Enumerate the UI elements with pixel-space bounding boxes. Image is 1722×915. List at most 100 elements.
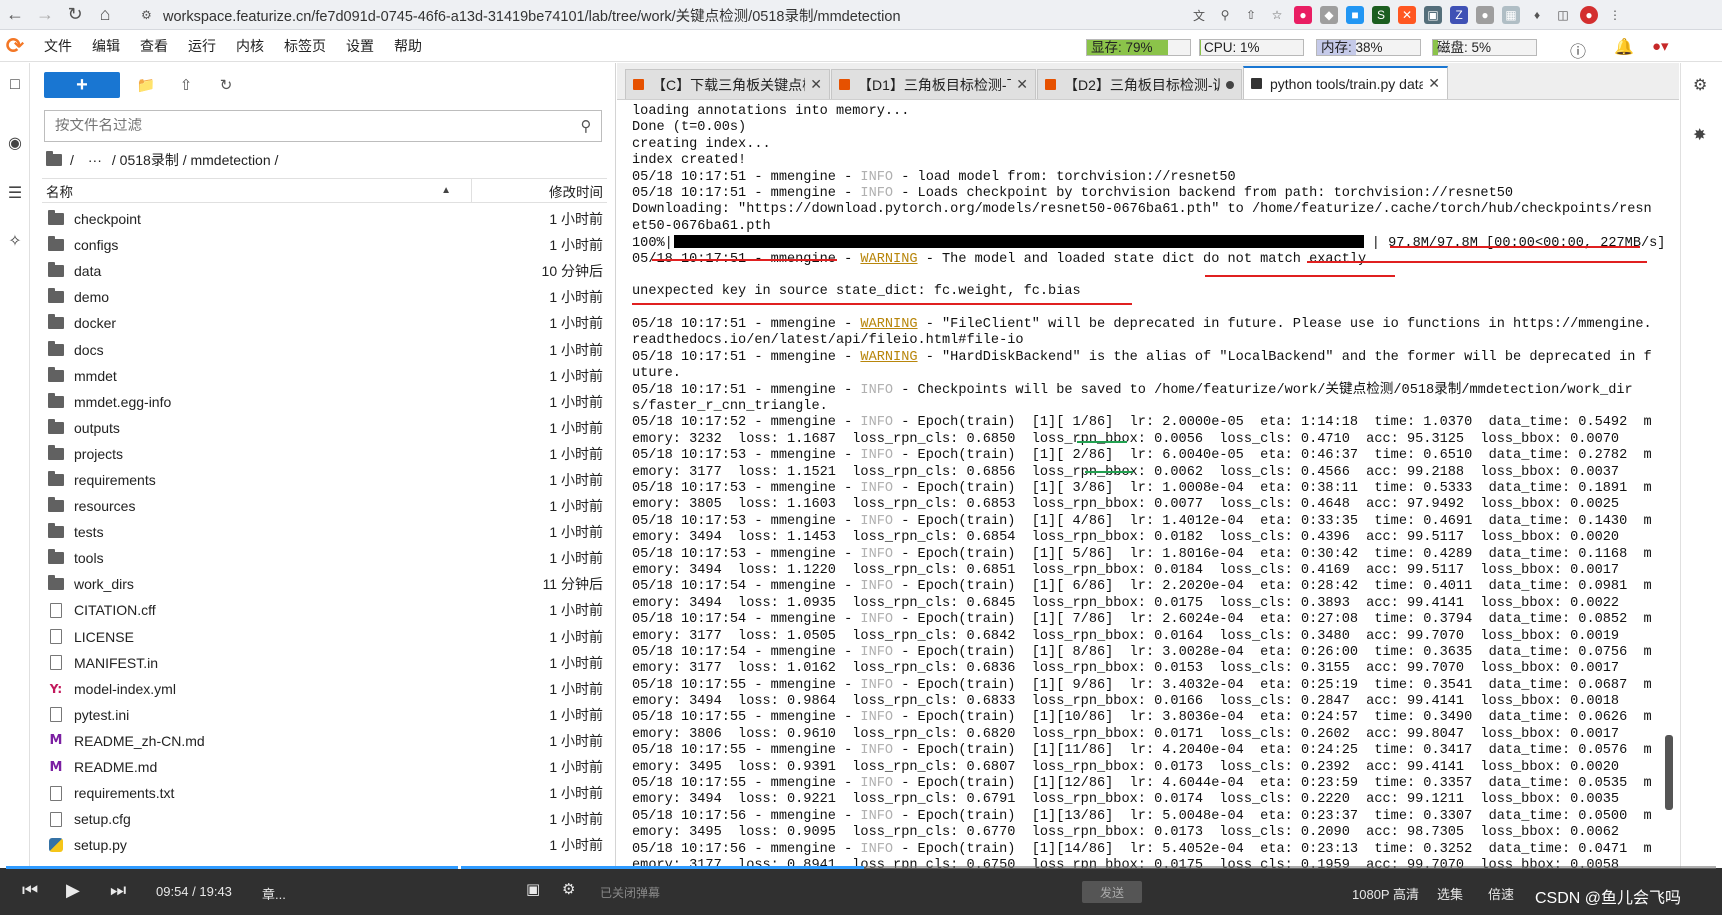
extension-capture-icon[interactable]: ▣	[1424, 6, 1442, 24]
back-icon[interactable]: ←	[0, 0, 30, 30]
file-row[interactable]: requirements.txt 1 小时前	[42, 780, 607, 806]
file-row[interactable]: LICENSE 1 小时前	[42, 624, 607, 650]
close-icon[interactable]: ✕	[1016, 76, 1028, 93]
translate-icon[interactable]: 文	[1190, 6, 1208, 24]
menu-edit[interactable]: 编辑	[82, 36, 130, 56]
file-row[interactable]: configs 1 小时前	[42, 232, 607, 258]
close-icon[interactable]: ✕	[810, 76, 822, 93]
address-bar[interactable]: ⚙ workspace.featurize.cn/fe7d091d-0745-4…	[135, 3, 1190, 27]
browser-menu-icon[interactable]: ⋮	[1606, 6, 1624, 24]
menu-settings[interactable]: 设置	[336, 36, 384, 56]
log-message: - Epoch(train) [1][10/86] lr: 3.8036e-04…	[893, 710, 1652, 726]
file-row[interactable]: mmdet 1 小时前	[42, 363, 607, 389]
tab-notebook[interactable]: 【D1】三角板目标检测-下载 ✕	[831, 69, 1036, 99]
file-row[interactable]: data 10 分钟后	[42, 258, 607, 284]
danmu-input[interactable]: 已关闭弹幕	[600, 884, 1100, 904]
home-icon[interactable]: ⌂	[90, 0, 120, 30]
upload-icon[interactable]: ⇧	[166, 72, 206, 98]
playback-speed[interactable]: 倍速	[1488, 884, 1514, 903]
user-avatar-icon[interactable]: ●▾	[1652, 37, 1669, 55]
jupyter-logo-icon: ⟳	[5, 33, 25, 58]
danmu-settings-icon[interactable]: ⚙	[562, 880, 575, 898]
terminal-scrollbar[interactable]	[1665, 735, 1673, 810]
notification-bell-icon[interactable]: 🔔	[1614, 37, 1634, 57]
profile-avatar-icon[interactable]: ●	[1580, 6, 1598, 24]
tab-notebook[interactable]: 【C】下载三角板关键点检测 ✕	[625, 69, 830, 99]
column-name-header[interactable]: 名称 ▲	[42, 179, 472, 202]
menu-kernel[interactable]: 内核	[226, 36, 274, 56]
sidebar-toggle-icon[interactable]: ◫	[1554, 6, 1572, 24]
file-row[interactable]: docs 1 小时前	[42, 336, 607, 362]
chapter-label[interactable]: 章...	[262, 884, 286, 903]
send-danmu-button[interactable]: 发送	[1082, 881, 1142, 903]
file-row[interactable]: tests 1 小时前	[42, 519, 607, 545]
table-of-contents-icon[interactable]: ☰	[5, 183, 25, 203]
file-row[interactable]: requirements 1 小时前	[42, 467, 607, 493]
previous-icon[interactable]: ⏮	[22, 880, 38, 901]
column-modified-header[interactable]: 修改时间	[472, 181, 607, 201]
extension-s-icon[interactable]: S	[1372, 6, 1390, 24]
file-row[interactable]: pytest.ini 1 小时前	[42, 702, 607, 728]
tab-notebook[interactable]: 【D2】三角板目标检测-训练	[1037, 69, 1242, 99]
extension-manager-icon[interactable]: ✧	[5, 231, 25, 251]
breadcrumb-root[interactable]: /	[70, 152, 74, 168]
extensions-puzzle-icon[interactable]: ♦	[1528, 6, 1546, 24]
file-row[interactable]: work_dirs 11 分钟后	[42, 571, 607, 597]
file-row[interactable]: mmdet.egg-info 1 小时前	[42, 389, 607, 415]
extension-block-icon[interactable]: ✕	[1398, 6, 1416, 24]
menu-run[interactable]: 运行	[178, 36, 226, 56]
property-inspector-icon[interactable]: ⚙	[1693, 75, 1707, 95]
extension-gray-icon[interactable]: ●	[1476, 6, 1494, 24]
help-circle-icon[interactable]: ⓘ	[1570, 38, 1586, 62]
file-row[interactable]: CITATION.cff 1 小时前	[42, 597, 607, 623]
refresh-icon[interactable]: ↻	[206, 72, 246, 98]
home-folder-icon[interactable]	[46, 151, 62, 166]
file-row[interactable]: Y: model-index.yml 1 小时前	[42, 676, 607, 702]
menu-file[interactable]: 文件	[34, 36, 82, 56]
bookmark-star-icon[interactable]: ☆	[1268, 6, 1286, 24]
running-sessions-icon[interactable]: ◉	[5, 133, 25, 153]
breadcrumb-ellipsis[interactable]: ···	[88, 152, 102, 168]
file-row[interactable]: setup.cfg 1 小时前	[42, 806, 607, 832]
file-row[interactable]: tools 1 小时前	[42, 545, 607, 571]
file-row[interactable]: setup.py 1 小时前	[42, 832, 607, 858]
file-row[interactable]: M README_zh-CN.md 1 小时前	[42, 728, 607, 754]
file-row[interactable]: outputs 1 小时前	[42, 415, 607, 441]
tab-terminal[interactable]: python tools/train.py data/f ✕	[1243, 66, 1448, 99]
file-row[interactable]: resources 1 小时前	[42, 493, 607, 519]
extension-grid-icon[interactable]: ▦	[1502, 6, 1520, 24]
file-row[interactable]: M README.md 1 小时前	[42, 754, 607, 780]
site-info-icon[interactable]: ⚙	[141, 8, 155, 22]
menu-tabs[interactable]: 标签页	[274, 36, 336, 56]
extension-screen-icon[interactable]: ■	[1346, 6, 1364, 24]
breadcrumb-path[interactable]: / 0518录制 / mmdetection /	[112, 150, 279, 170]
reload-icon[interactable]: ↻	[60, 0, 90, 30]
video-progress-bar[interactable]	[6, 866, 1716, 869]
file-row[interactable]: demo 1 小时前	[42, 284, 607, 310]
file-row[interactable]: docker 1 小时前	[42, 310, 607, 336]
quality-selector[interactable]: 1080P 高清	[1352, 884, 1419, 903]
file-row[interactable]: projects 1 小时前	[42, 441, 607, 467]
danmu-toggle-icon[interactable]: ▣	[526, 880, 540, 898]
new-folder-icon[interactable]: 📁	[126, 72, 166, 98]
menu-view[interactable]: 查看	[130, 36, 178, 56]
folder-browser-icon[interactable]: □	[5, 75, 25, 95]
episode-selector[interactable]: 选集	[1437, 884, 1463, 903]
file-filter-input[interactable]	[55, 118, 571, 134]
play-icon[interactable]: ▶	[66, 880, 80, 901]
close-icon[interactable]: ✕	[1428, 75, 1440, 92]
extension-shield-icon[interactable]: ◆	[1320, 6, 1338, 24]
debugger-bug-icon[interactable]: ✸	[1693, 125, 1706, 145]
extension-z-icon[interactable]: Z	[1450, 6, 1468, 24]
file-row[interactable]: checkpoint 1 小时前	[42, 206, 607, 232]
file-row[interactable]: MANIFEST.in 1 小时前	[42, 650, 607, 676]
extension-color-icon[interactable]: ●	[1294, 6, 1312, 24]
share-icon[interactable]: ⇧	[1242, 6, 1260, 24]
terminal-output[interactable]: loading annotations into memory... Done (…	[632, 104, 1667, 868]
new-launcher-button[interactable]: +	[44, 72, 120, 98]
unsaved-dot-icon[interactable]	[1226, 80, 1234, 89]
zoom-icon[interactable]: ⚲	[1216, 6, 1234, 24]
next-icon[interactable]: ⏭	[110, 880, 126, 901]
forward-icon[interactable]: →	[30, 0, 60, 30]
menu-help[interactable]: 帮助	[384, 36, 432, 56]
